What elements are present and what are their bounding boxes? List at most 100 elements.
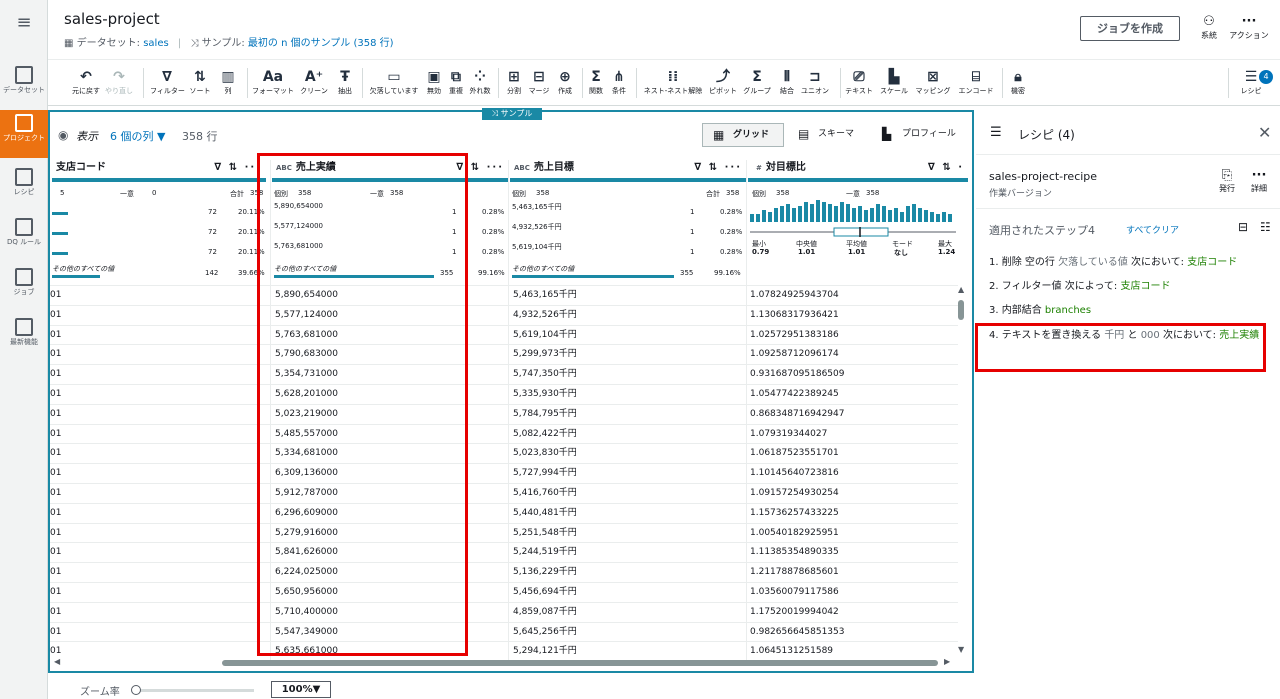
zoom-select[interactable]: 100%▼	[271, 681, 331, 698]
tab-schema[interactable]: ▤ スキーマ	[788, 123, 868, 147]
column-controls[interactable]: ∇ ⇅ ···	[214, 160, 262, 176]
sort-icon[interactable]: ⇅	[471, 162, 481, 173]
column-controls[interactable]: ∇ ⇅ ·	[928, 160, 964, 176]
extract-button[interactable]: Ŧ 抽出	[334, 68, 356, 102]
merge-button[interactable]: ⊟ マージ	[526, 68, 552, 102]
nav-item-whats-new[interactable]: 最新機能	[0, 314, 48, 358]
sort-icon[interactable]: ⇅	[229, 162, 239, 173]
close-icon[interactable]: ✕	[1258, 123, 1271, 142]
undo-button[interactable]: ↶ 元に戻す	[70, 68, 102, 102]
horizontal-scrollbar[interactable]	[222, 660, 938, 666]
recipe-list-icon[interactable]: ☷	[1260, 220, 1271, 234]
function-button[interactable]: Σ 関数	[586, 68, 606, 102]
column-controls[interactable]: ∇ ⇅ ···	[694, 160, 742, 176]
table-row[interactable]: 01 5,577,124000 4,932,526千円 1.1306831793642…	[50, 304, 958, 325]
table-row[interactable]: 01 5,354,731000 5,747,350千円 0.9316870951865…	[50, 364, 958, 384]
table-row[interactable]: 01 5,023,219000 5,784,795千円 0.8683487169429…	[50, 403, 958, 424]
tab-grid[interactable]: ▦ グリッド	[702, 123, 784, 147]
scroll-left-icon[interactable]: ◀	[54, 657, 60, 666]
more-icon[interactable]: ···	[725, 162, 742, 173]
table-row[interactable]: 01 5,763,681000 5,619,104千円 1.0257295138318…	[50, 324, 958, 345]
table-row[interactable]: 01 5,841,626000 5,244,519千円 1.1138535489033…	[50, 542, 958, 562]
sample-link[interactable]: 最初の n 個のサンプル (358 行)	[248, 38, 394, 49]
nest-button[interactable]: ⁞⁞ ネスト-ネスト解除	[640, 68, 706, 102]
nav-item-projects[interactable]: プロジェクト	[0, 110, 48, 158]
table-row[interactable]: 01 5,635,661000 5,294,121千円 1.0645131251589	[50, 641, 958, 661]
join-button[interactable]: ⫴ 結合	[776, 68, 798, 102]
union-button[interactable]: ⊐ ユニオン	[800, 68, 830, 102]
scroll-up-icon[interactable]: ▲	[958, 285, 964, 294]
scale-button[interactable]: ▙ スケール	[878, 68, 910, 102]
encode-button[interactable]: ⌸ エンコード	[956, 68, 996, 102]
scroll-right-icon[interactable]: ▶	[944, 657, 950, 666]
table-row[interactable]: 01 5,547,349000 5,645,256千円 0.9826566458513…	[50, 621, 958, 642]
table-row[interactable]: 01 5,912,787000 5,416,760千円 1.0915725493025…	[50, 483, 958, 503]
table-row[interactable]: 01 5,334,681000 5,023,830千円 1.0618752355170…	[50, 443, 958, 463]
menu-icon[interactable]: ≡	[12, 12, 36, 36]
text-button[interactable]: ⎚ テキスト	[844, 68, 874, 102]
add-step-icon[interactable]: ⊟	[1238, 220, 1248, 234]
format-button[interactable]: Aa フォーマット	[252, 68, 294, 102]
pivot-button[interactable]: ⤴ ピボット	[708, 68, 738, 102]
table-row[interactable]: 01 6,309,136000 5,727,994千円 1.1014564072381…	[50, 463, 958, 483]
sort-button[interactable]: ⇅ ソート	[188, 68, 212, 102]
create-button[interactable]: ⊕ 作成	[554, 68, 576, 102]
stat-value: 5,463,165千円	[512, 203, 562, 211]
outlier-button[interactable]: ⁘ 外れ数	[468, 68, 492, 102]
dataset-link[interactable]: sales	[143, 38, 168, 49]
filter-icon[interactable]: ∇	[694, 162, 703, 173]
create-job-button[interactable]: ジョブを作成	[1080, 16, 1180, 41]
vertical-scrollbar[interactable]	[958, 300, 964, 320]
actions-button[interactable]: ··· アクション	[1229, 14, 1269, 41]
clear-all-link[interactable]: すべてクリア	[1126, 223, 1179, 236]
table-row[interactable]: 01 5,628,201000 5,335,930千円 1.0547742238924…	[50, 384, 958, 404]
more-icon[interactable]: ···	[487, 162, 504, 173]
invalid-button[interactable]: ▣ 無効	[424, 68, 444, 102]
duplicate-button[interactable]: ⧉ 重複	[446, 68, 466, 102]
more-icon[interactable]: ·	[958, 162, 964, 173]
table-row[interactable]: 01 5,890,654000 5,463,165千円 1.0782492594370…	[50, 285, 958, 305]
recipe-step-3[interactable]: 3. 内部結合 branches	[989, 303, 1269, 318]
zoom-slider[interactable]	[136, 689, 254, 692]
mapping-button[interactable]: ⊠ マッピング	[914, 68, 952, 102]
nav-item-jobs[interactable]: ジョブ	[0, 264, 48, 308]
publish-button[interactable]: ⎘ 発行	[1212, 168, 1242, 194]
stat-label: 合計	[230, 190, 244, 198]
sensitive-button[interactable]: 🔒︎ 機密	[1008, 68, 1028, 102]
nav-item-datasets[interactable]: データセット	[0, 62, 48, 106]
filter-icon[interactable]: ∇	[928, 162, 937, 173]
recipe-step-1[interactable]: 1. 削除 空の行 欠落している値 次において: 支店コード	[989, 255, 1269, 270]
table-row[interactable]: 01 6,224,025000 5,136,229千円 1.2117887868560…	[50, 562, 958, 582]
table-row[interactable]: 01 5,485,557000 5,082,422千円 1.079319344027	[50, 423, 958, 444]
sort-icon[interactable]: ⇅	[709, 162, 719, 173]
details-button[interactable]: ··· 詳細	[1244, 168, 1274, 194]
missing-button[interactable]: ▭ 欠落しています	[366, 68, 422, 102]
sort-icon[interactable]: ⇅	[942, 162, 952, 173]
zoom-slider-handle[interactable]	[131, 685, 141, 695]
outlier-label: 外れ数	[469, 87, 491, 95]
tab-profile[interactable]: ▙ プロフィール	[872, 123, 962, 147]
split-button[interactable]: ⊞ 分割	[504, 68, 524, 102]
clean-button[interactable]: A⁺ クリーン	[298, 68, 330, 102]
recipe-step-2[interactable]: 2. フィルター値 次によって: 支店コード	[989, 279, 1269, 294]
table-row[interactable]: 01 5,650,956000 5,456,694千円 1.0356007911758…	[50, 582, 958, 602]
table-row[interactable]: 01 5,710,400000 4,859,087千円 1.1752001999404…	[50, 601, 958, 622]
table-row[interactable]: 01 5,790,683000 5,299,973千円 1.0925871209617…	[50, 344, 958, 364]
filter-icon[interactable]: ∇	[214, 162, 223, 173]
filter-button[interactable]: ∇ フィルター	[150, 68, 185, 102]
nav-item-dq-rules[interactable]: DQ ルール	[0, 214, 48, 258]
condition-button[interactable]: ⋔ 条件	[608, 68, 630, 102]
nav-item-recipes[interactable]: レシピ	[0, 164, 48, 208]
columns-dropdown[interactable]: 6 個の列 ▼	[110, 128, 165, 144]
redo-button[interactable]: ↷ やり直し	[104, 68, 134, 102]
column-header-branch-code[interactable]: 支店コード ∇ ⇅ ···	[52, 160, 266, 182]
column-header-sales-target[interactable]: ABC 売上目標 ∇ ⇅ ···	[510, 160, 746, 182]
schema-icon: ▤	[798, 127, 810, 141]
column-button[interactable]: ▥ 列	[216, 68, 240, 102]
group-button[interactable]: Σ グループ	[742, 68, 772, 102]
column-header-target-ratio[interactable]: # 対目標比 ∇ ⇅ ·	[748, 160, 968, 182]
table-row[interactable]: 01 5,279,916000 5,251,548千円 1.0054018292595…	[50, 522, 958, 543]
scroll-down-icon[interactable]: ▼	[958, 645, 964, 654]
table-row[interactable]: 01 6,296,609000 5,440,481千円 1.1573625743322…	[50, 502, 958, 523]
lineage-button[interactable]: ⚇ 系統	[1189, 14, 1229, 41]
